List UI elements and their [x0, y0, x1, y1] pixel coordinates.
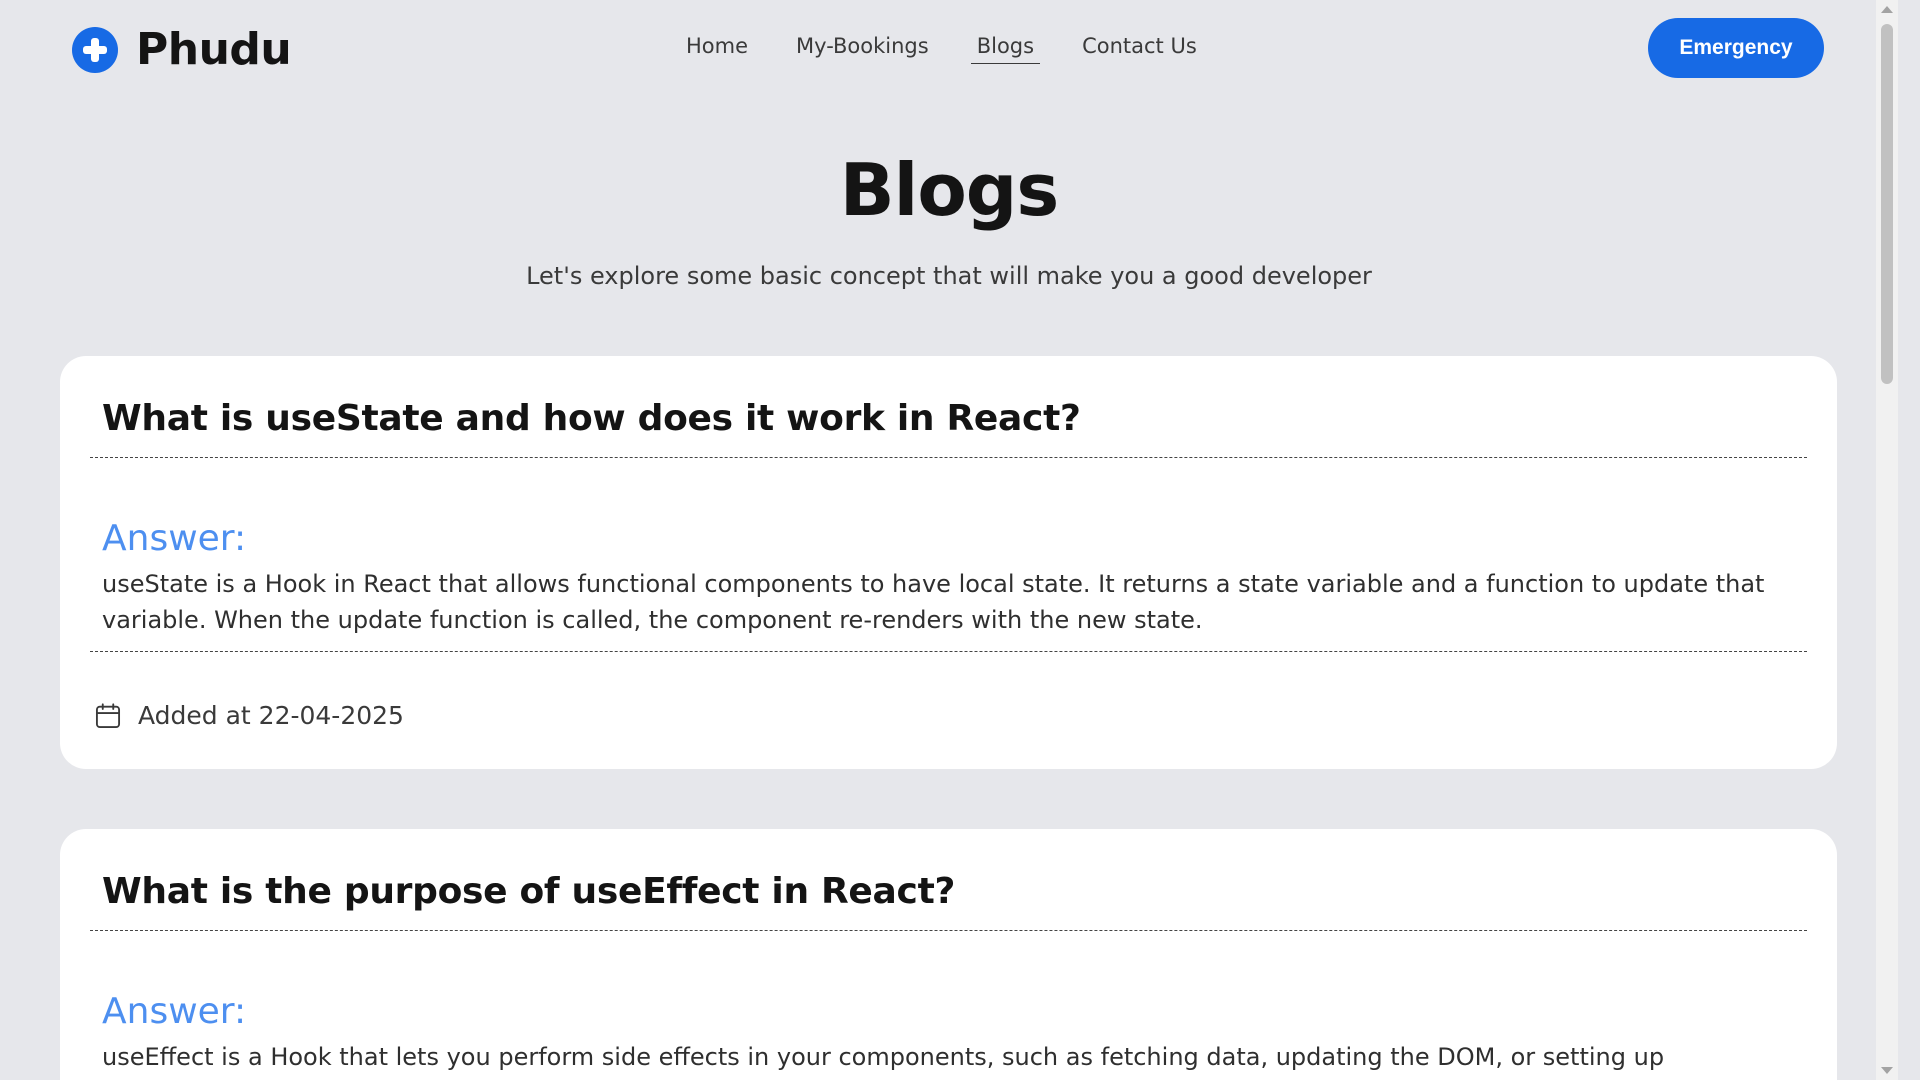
medical-plus-icon [72, 26, 118, 73]
page-subtitle: Let's explore some basic concept that wi… [526, 262, 1372, 290]
nav-link-blogs[interactable]: Blogs [970, 34, 1041, 64]
blog-card: What is useState and how does it work in… [60, 356, 1837, 769]
nav-links: Home My-Bookings Blogs Contact Us [686, 34, 1197, 64]
divider [90, 457, 1807, 458]
blog-question: What is the purpose of useEffect in Reac… [102, 871, 956, 912]
page: Phudu Home My-Bookings Blogs Contact Us … [0, 0, 1898, 1080]
divider [90, 651, 1807, 652]
navbar: Phudu Home My-Bookings Blogs Contact Us … [0, 0, 1898, 96]
nav-link-contact-us[interactable]: Contact Us [1082, 34, 1197, 58]
scroll-up-arrow-icon[interactable] [1881, 6, 1893, 13]
nav-link-home[interactable]: Home [686, 34, 748, 58]
blog-date-text: Added at 22-04-2025 [138, 701, 404, 730]
divider [90, 930, 1807, 931]
page-title: Blogs [839, 148, 1059, 232]
nav-link-my-bookings[interactable]: My-Bookings [796, 34, 929, 58]
blog-answer: useEffect is a Hook that lets you perfor… [102, 1043, 1665, 1080]
scrollbar[interactable] [1876, 0, 1898, 1080]
scroll-down-arrow-icon[interactable] [1881, 1067, 1893, 1074]
emergency-button[interactable]: Emergency [1648, 18, 1824, 78]
blog-question: What is useState and how does it work in… [102, 398, 1081, 439]
calendar-icon [95, 702, 121, 728]
brand-name: Phudu [136, 24, 292, 75]
scrollbar-thumb[interactable] [1881, 24, 1893, 384]
blog-date: Added at 22-04-2025 [94, 701, 404, 730]
answer-label: Answer: [102, 991, 247, 1032]
brand-logo[interactable]: Phudu [72, 24, 292, 75]
blog-card: What is the purpose of useEffect in Reac… [60, 829, 1837, 1080]
answer-label: Answer: [102, 518, 247, 559]
blog-answer: useState is a Hook in React that allows … [102, 570, 1765, 634]
